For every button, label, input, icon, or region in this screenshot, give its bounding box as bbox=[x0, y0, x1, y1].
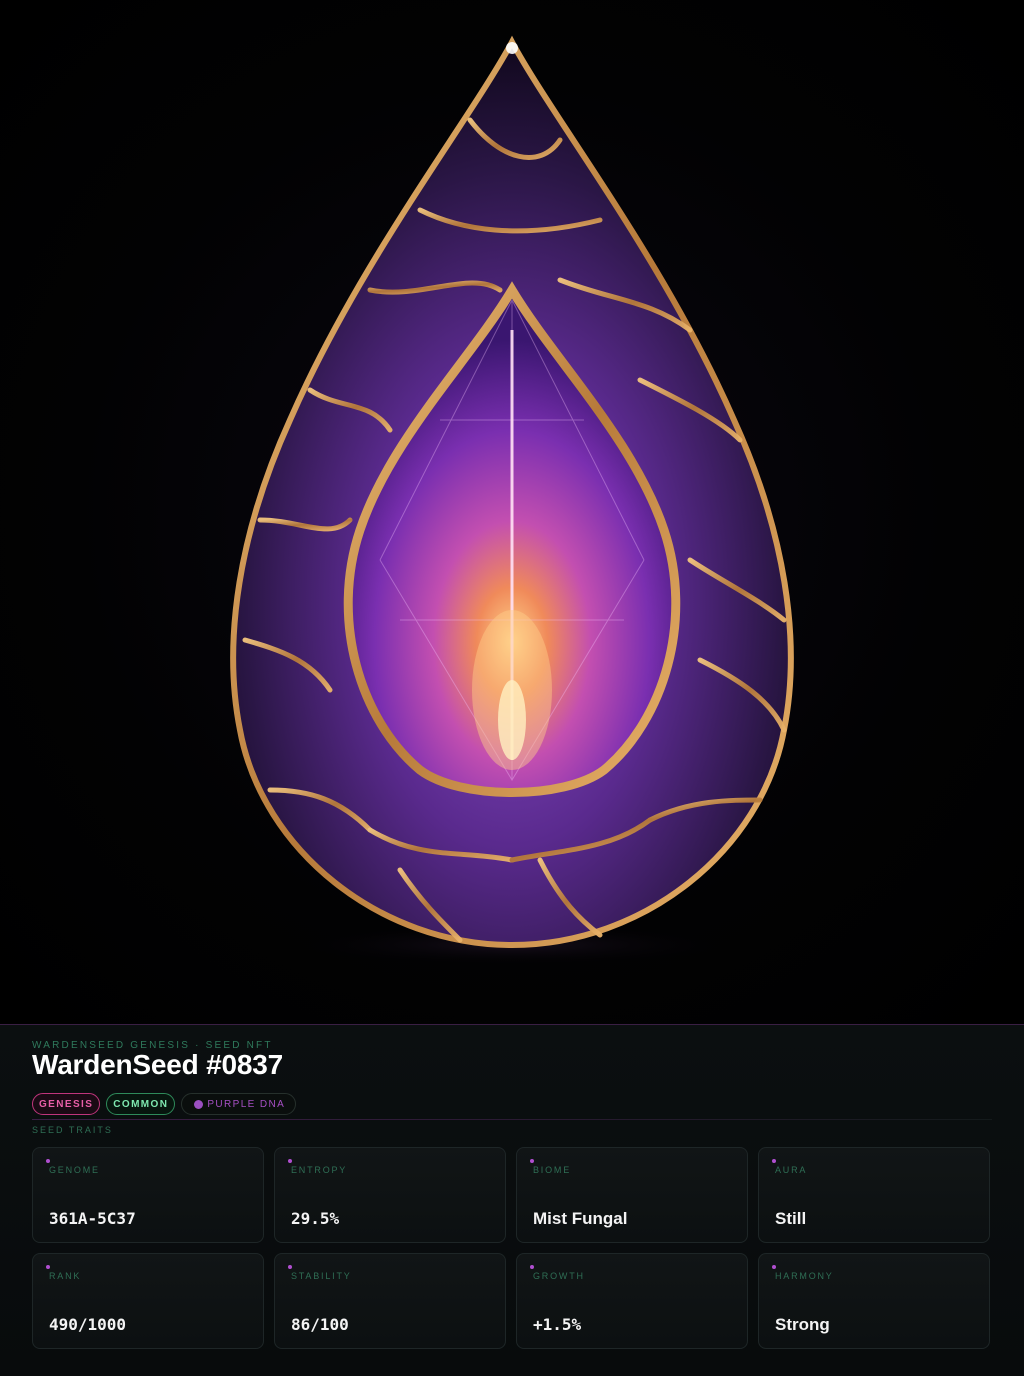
trait-label: BIOME bbox=[533, 1165, 572, 1175]
trait-card-harmony: HARMONY Strong bbox=[758, 1253, 990, 1349]
trait-card-aura: AURA Still bbox=[758, 1147, 990, 1243]
rarity-badge-label: COMMON bbox=[113, 1098, 169, 1110]
trait-value: 29.5% bbox=[291, 1209, 340, 1228]
trait-value: +1.5% bbox=[533, 1315, 582, 1334]
trait-card-genome: GENOME 361A-5C37 bbox=[32, 1147, 264, 1243]
trait-value: 490/1000 bbox=[49, 1315, 127, 1334]
dot-icon bbox=[288, 1159, 292, 1163]
trait-value: Strong bbox=[775, 1315, 830, 1334]
trait-card-rank: RANK 490/1000 bbox=[32, 1253, 264, 1349]
genesis-badge-label: GENESIS bbox=[39, 1098, 94, 1110]
nft-title: WardenSeed #0837 bbox=[32, 1049, 284, 1080]
dot-icon bbox=[530, 1265, 534, 1269]
trait-value: 86/100 bbox=[291, 1315, 349, 1334]
trait-card-biome: BIOME Mist Fungal bbox=[516, 1147, 748, 1243]
info-panel: WARDENSEED GENESIS · SEED NFT WardenSeed… bbox=[0, 1024, 1024, 1376]
trait-label: STABILITY bbox=[291, 1271, 352, 1281]
trait-label: HARMONY bbox=[775, 1271, 834, 1281]
trait-card-growth: GROWTH +1.5% bbox=[516, 1253, 748, 1349]
dot-icon bbox=[530, 1159, 534, 1163]
trait-label: RANK bbox=[49, 1271, 82, 1281]
rarity-badge[interactable]: COMMON bbox=[106, 1093, 176, 1115]
traits-section-label: SEED TRAITS bbox=[32, 1125, 113, 1135]
dna-badge-label: PURPLE DNA bbox=[207, 1098, 286, 1110]
trait-label: AURA bbox=[775, 1165, 808, 1175]
trait-value: Still bbox=[775, 1209, 807, 1228]
dot-icon bbox=[772, 1265, 776, 1269]
trait-card-stability: STABILITY 86/100 bbox=[274, 1253, 506, 1349]
trait-card-entropy: ENTROPY 29.5% bbox=[274, 1147, 506, 1243]
dot-icon bbox=[772, 1159, 776, 1163]
trait-value: 361A-5C37 bbox=[49, 1209, 136, 1228]
artwork bbox=[0, 0, 1024, 1024]
dot-icon bbox=[46, 1265, 50, 1269]
badge-row: GENESIS COMMON PURPLE DNA bbox=[32, 1093, 297, 1115]
crystal-seed-icon bbox=[230, 35, 794, 967]
divider bbox=[32, 1119, 992, 1120]
genesis-badge[interactable]: GENESIS bbox=[32, 1093, 101, 1115]
trait-value: Mist Fungal bbox=[533, 1209, 628, 1228]
dot-icon bbox=[46, 1159, 50, 1163]
trait-label: GROWTH bbox=[533, 1271, 585, 1281]
dna-badge[interactable]: PURPLE DNA bbox=[181, 1093, 297, 1115]
traits-grid: GENOME 361A-5C37 ENTROPY 29.5% BIOME Mis… bbox=[32, 1147, 992, 1349]
dot-icon bbox=[288, 1265, 292, 1269]
trait-label: GENOME bbox=[49, 1165, 100, 1175]
trait-label: ENTROPY bbox=[291, 1165, 348, 1175]
dna-color-dot-icon bbox=[194, 1099, 204, 1109]
